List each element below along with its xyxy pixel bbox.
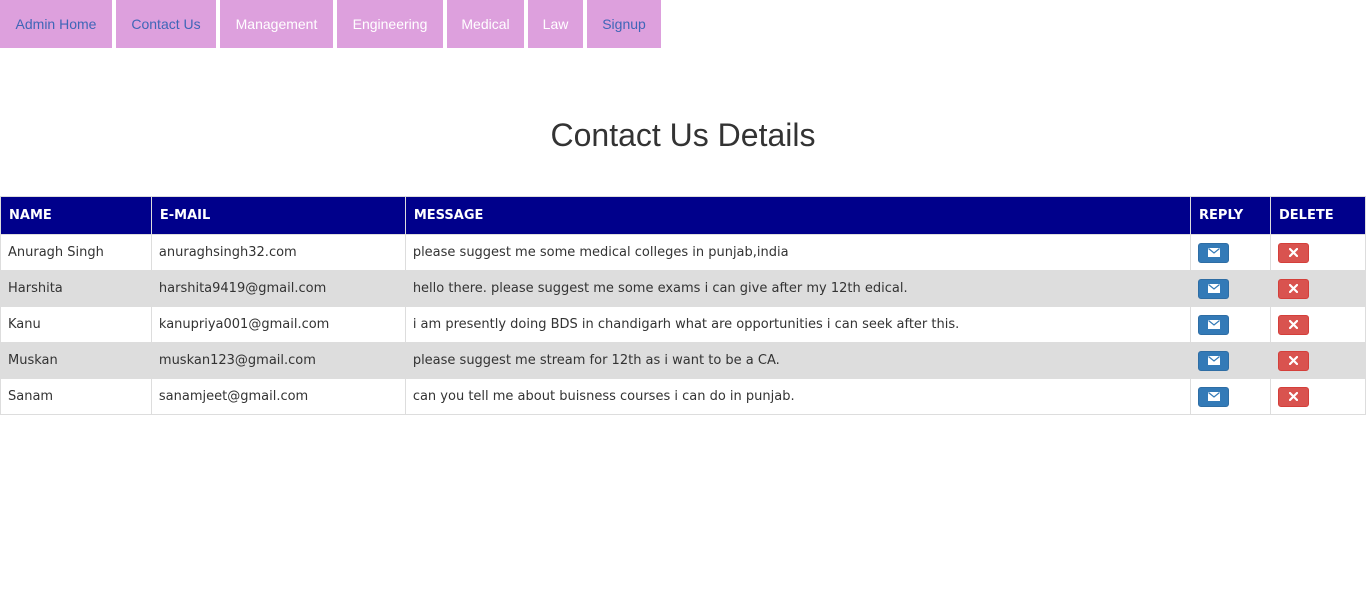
reply-button[interactable] bbox=[1198, 242, 1230, 263]
cell-reply bbox=[1190, 378, 1271, 415]
column-header-message: MESSAGE bbox=[404, 196, 1192, 235]
cell-reply bbox=[1190, 342, 1271, 379]
cell-name: Anuragh Singh bbox=[0, 234, 152, 271]
column-header-reply: REPLY bbox=[1190, 196, 1271, 235]
reply-button[interactable] bbox=[1198, 350, 1230, 371]
delete-button[interactable] bbox=[1278, 386, 1309, 407]
cell-message: hello there. please suggest me some exam… bbox=[404, 270, 1192, 307]
cell-delete bbox=[1270, 342, 1366, 379]
cell-delete bbox=[1270, 270, 1366, 307]
reply-button[interactable] bbox=[1198, 386, 1230, 407]
close-icon bbox=[1289, 284, 1298, 293]
reply-button[interactable] bbox=[1198, 278, 1230, 299]
close-icon bbox=[1289, 392, 1298, 401]
column-header-delete: DELETE bbox=[1270, 196, 1366, 235]
nav-medical[interactable]: Medical bbox=[447, 0, 524, 48]
cell-message: please suggest me some medical colleges … bbox=[404, 234, 1192, 271]
cell-email: muskan123@gmail.com bbox=[150, 342, 406, 379]
nav-signup[interactable]: Signup bbox=[587, 0, 661, 48]
envelope-icon bbox=[1207, 248, 1220, 257]
close-icon bbox=[1289, 356, 1298, 365]
cell-email: sanamjeet@gmail.com bbox=[150, 378, 406, 415]
cell-reply bbox=[1190, 306, 1271, 343]
nav-admin-home[interactable]: Admin Home bbox=[0, 0, 112, 48]
cell-message: i am presently doing BDS in chandigarh w… bbox=[404, 306, 1192, 343]
top-nav: Admin Home Contact Us Management Enginee… bbox=[0, 0, 661, 48]
cell-email: harshita9419@gmail.com bbox=[150, 270, 406, 307]
cell-message: please suggest me stream for 12th as i w… bbox=[404, 342, 1192, 379]
delete-button[interactable] bbox=[1278, 242, 1309, 263]
close-icon bbox=[1289, 248, 1298, 257]
cell-name: Harshita bbox=[0, 270, 152, 307]
nav-engineering[interactable]: Engineering bbox=[337, 0, 443, 48]
table-row: Muskan muskan123@gmail.com please sugges… bbox=[0, 342, 1366, 379]
delete-button[interactable] bbox=[1278, 278, 1309, 299]
contacts-table: NAME E-MAIL MESSAGE REPLY DELETE Anuragh… bbox=[0, 196, 1366, 415]
table-row: Sanam sanamjeet@gmail.com can you tell m… bbox=[0, 378, 1366, 415]
cell-message: can you tell me about buisness courses i… bbox=[404, 378, 1192, 415]
reply-button[interactable] bbox=[1198, 314, 1230, 335]
cell-name: Sanam bbox=[0, 378, 152, 415]
table-row: Kanu kanupriya001@gmail.com i am present… bbox=[0, 306, 1366, 343]
envelope-icon bbox=[1207, 392, 1220, 401]
nav-law[interactable]: Law bbox=[528, 0, 583, 48]
cell-reply bbox=[1190, 234, 1271, 271]
table-row: Anuragh Singh anuraghsingh32.com please … bbox=[0, 234, 1366, 271]
cell-delete bbox=[1270, 378, 1366, 415]
page-title: Contact Us Details bbox=[550, 117, 816, 153]
cell-email: kanupriya001@gmail.com bbox=[150, 306, 406, 343]
table-header-row: NAME E-MAIL MESSAGE REPLY DELETE bbox=[0, 196, 1366, 235]
delete-button[interactable] bbox=[1278, 314, 1309, 335]
cell-email: anuraghsingh32.com bbox=[150, 234, 406, 271]
nav-contact-us[interactable]: Contact Us bbox=[116, 0, 216, 48]
envelope-icon bbox=[1207, 356, 1220, 365]
cell-delete bbox=[1270, 234, 1366, 271]
column-header-email: E-MAIL bbox=[150, 196, 406, 235]
cell-name: Muskan bbox=[0, 342, 152, 379]
delete-button[interactable] bbox=[1278, 350, 1309, 371]
column-header-name: NAME bbox=[0, 196, 152, 235]
close-icon bbox=[1289, 320, 1298, 329]
nav-management[interactable]: Management bbox=[220, 0, 333, 48]
cell-reply bbox=[1190, 270, 1271, 307]
cell-name: Kanu bbox=[0, 306, 152, 343]
envelope-icon bbox=[1207, 284, 1220, 293]
envelope-icon bbox=[1207, 320, 1220, 329]
table-row: Harshita harshita9419@gmail.com hello th… bbox=[0, 270, 1366, 307]
cell-delete bbox=[1270, 306, 1366, 343]
